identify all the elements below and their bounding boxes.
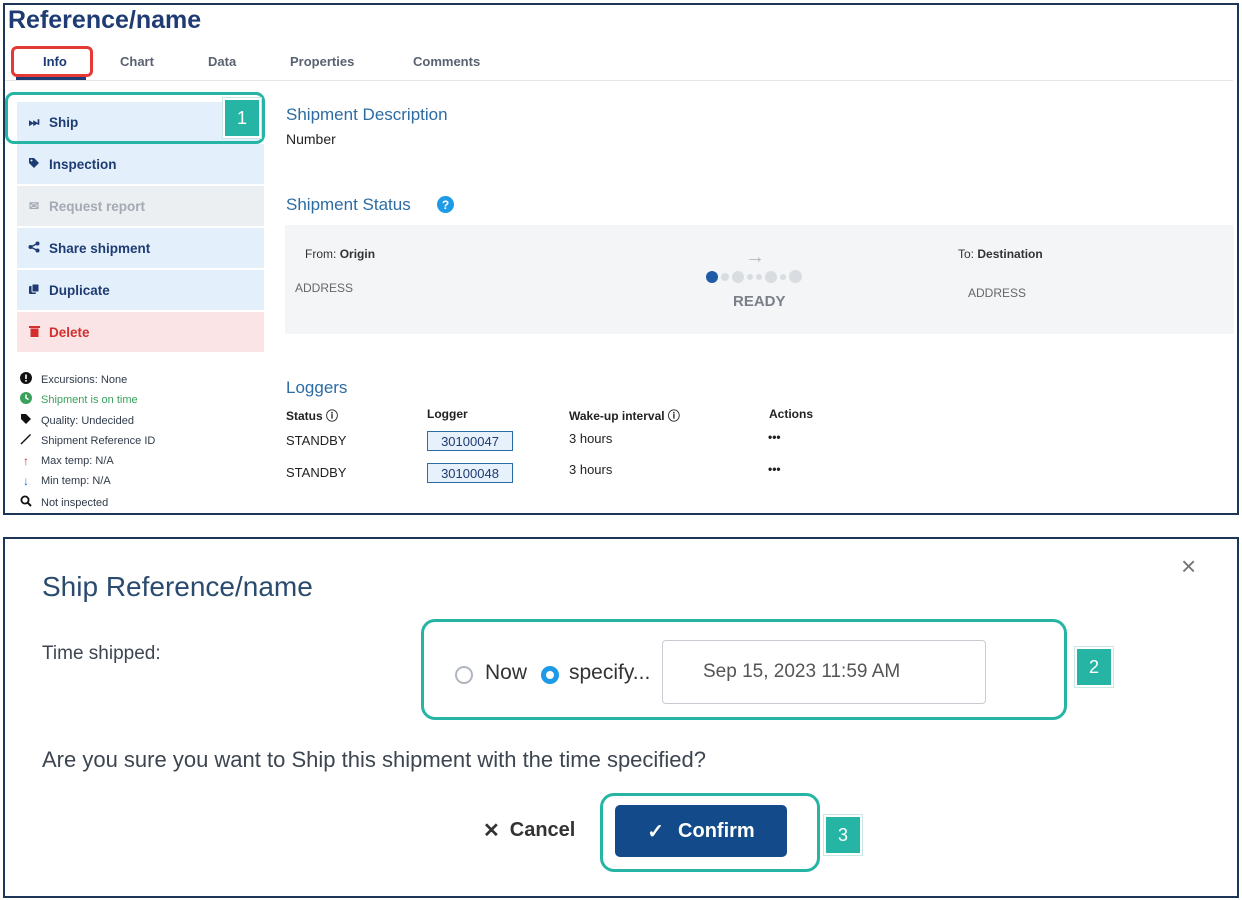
logger-row-2-actions[interactable]: ••• <box>768 462 781 476</box>
col-wakeup-interval: Wake-up interval ⓘ <box>569 409 680 423</box>
close-icon[interactable]: × <box>1181 551 1196 582</box>
page-title: Reference/name <box>8 6 202 34</box>
envelope-icon: ✉ <box>28 199 40 213</box>
cancel-label: Cancel <box>509 819 576 841</box>
dialog-title: Ship Reference/name <box>42 571 313 602</box>
delete-button[interactable]: Delete <box>17 312 264 352</box>
share-shipment-button[interactable]: Share shipment <box>17 228 264 268</box>
col-status: Status ⓘ <box>286 409 339 423</box>
to-field: To: Destination <box>958 247 1043 261</box>
logger-row-1-status: STANDBY <box>286 433 347 448</box>
arrow-down-icon: ↓ <box>23 474 29 488</box>
radio-specify[interactable] <box>541 666 559 684</box>
time-shipped-label: Time shipped: <box>42 643 161 664</box>
share-icon <box>27 241 41 256</box>
status-max-temp: ↑ Max temp: N/A <box>19 454 114 468</box>
radio-specify-label: specify... <box>569 661 651 684</box>
duplicate-button[interactable]: Duplicate <box>17 270 264 310</box>
logger-row-2-id[interactable]: 30100048 <box>427 463 513 483</box>
progress-dots <box>706 270 816 284</box>
shipment-status-heading: Shipment Status <box>286 195 411 214</box>
tag-icon <box>27 157 41 172</box>
step-badge-1: 1 <box>223 98 261 138</box>
checkmark-icon: ✓ <box>647 820 665 843</box>
clock-icon <box>19 392 33 407</box>
logger-row-1-interval: 3 hours <box>569 431 613 446</box>
shipment-state: READY <box>733 293 786 310</box>
col-logger: Logger <box>427 407 468 421</box>
tab-comments[interactable]: Comments <box>413 54 480 69</box>
step-badge-2: 2 <box>1075 647 1113 687</box>
info-tab-highlight <box>11 46 93 77</box>
status-quality: Quality: Undecided <box>19 413 134 428</box>
arrow-right-icon: → <box>745 246 765 268</box>
confirmation-question: Are you sure you want to Ship this shipm… <box>42 747 707 772</box>
from-field: From: Origin <box>305 247 376 261</box>
pen-icon <box>19 433 33 448</box>
inspection-button-label: Inspection <box>49 156 117 172</box>
shipment-description-value: Number <box>286 131 336 147</box>
exclamation-icon <box>19 372 33 387</box>
tab-properties[interactable]: Properties <box>290 54 354 69</box>
col-actions: Actions <box>769 407 814 421</box>
radio-now[interactable] <box>455 666 473 684</box>
loggers-heading: Loggers <box>286 378 348 397</box>
status-min-temp: ↓ Min temp: N/A <box>19 474 111 488</box>
status-on-time: Shipment is on time <box>19 392 138 407</box>
radio-now-label: Now <box>485 661 528 684</box>
shipment-description-heading: Shipment Description <box>286 105 448 124</box>
cancel-button[interactable]: ✕ Cancel <box>483 818 575 843</box>
logger-row-2-interval: 3 hours <box>569 462 613 477</box>
tab-divider <box>5 80 1233 81</box>
duplicate-button-label: Duplicate <box>49 282 110 298</box>
arrow-up-icon: ↑ <box>23 454 29 468</box>
to-address: ADDRESS <box>968 286 1027 300</box>
tab-data[interactable]: Data <box>208 54 236 69</box>
confirm-button[interactable]: ✓ Confirm <box>615 805 787 857</box>
share-shipment-label: Share shipment <box>49 240 151 256</box>
tag-icon <box>19 413 33 428</box>
step-badge-3: 3 <box>824 815 862 855</box>
delete-button-label: Delete <box>49 324 90 340</box>
request-report-button[interactable]: ✉ Request report <box>17 186 264 226</box>
date-time-input[interactable]: Sep 15, 2023 11:59 AM <box>662 640 986 704</box>
from-address: ADDRESS <box>295 281 354 295</box>
active-tab-underline <box>16 77 86 80</box>
help-icon[interactable]: ? <box>437 196 454 213</box>
status-excursions: Excursions: None <box>19 372 127 387</box>
close-x-icon: ✕ <box>483 820 500 842</box>
logger-row-1-actions[interactable]: ••• <box>768 430 781 444</box>
status-reference-id: Shipment Reference ID <box>19 433 155 448</box>
request-report-label: Request report <box>49 198 146 214</box>
confirm-label: Confirm <box>678 819 755 842</box>
logger-row-2-status: STANDBY <box>286 465 347 480</box>
status-inspection: Not inspected <box>19 495 108 510</box>
tab-chart[interactable]: Chart <box>120 54 154 69</box>
logger-row-1-id[interactable]: 30100047 <box>427 431 513 451</box>
copy-icon <box>27 283 41 298</box>
trash-icon <box>27 325 41 340</box>
inspection-button[interactable]: Inspection <box>17 144 264 184</box>
search-icon <box>19 495 33 510</box>
